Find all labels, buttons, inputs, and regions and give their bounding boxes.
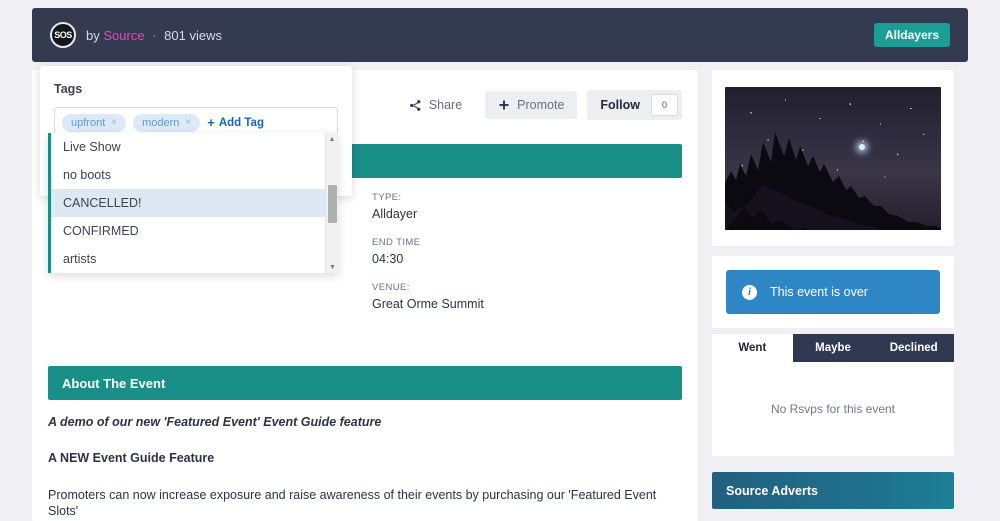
by-label: by <box>86 27 100 43</box>
meta-value: 04:30 <box>372 252 404 266</box>
meta-venue: VENUE: Great Orme Summit <box>372 282 672 311</box>
byline-separator: · <box>152 27 157 43</box>
source-link[interactable]: Source <box>103 28 144 43</box>
dropdown-scrollbar[interactable]: ▲ ▼ <box>325 133 338 273</box>
tag-options-dropdown[interactable]: Live Show no boots CANCELLED! CONFIRMED … <box>48 133 338 273</box>
rsvp-empty-message: No Rsvps for this event <box>770 402 896 416</box>
share-icon <box>409 99 422 112</box>
status-badge[interactable]: Alldayers <box>873 23 950 47</box>
event-photo <box>725 86 941 230</box>
tag-pill-label: modern <box>142 116 180 129</box>
meta-label: VENUE: <box>372 282 410 293</box>
rsvp-card: Went Maybe Declined No Rsvps for this ev… <box>712 334 954 456</box>
follow-label: Follow <box>600 98 640 112</box>
scroll-down-icon[interactable]: ▼ <box>326 261 338 273</box>
event-over-banner: i This event is over <box>726 270 940 314</box>
tag-option[interactable]: CANCELLED! <box>51 189 338 217</box>
share-button[interactable]: Share <box>396 91 475 119</box>
view-count: 801 views <box>164 27 222 43</box>
tag-option[interactable]: CONFIRMED <box>51 217 338 245</box>
meta-label: END TIME <box>372 237 421 248</box>
tags-title: Tags <box>54 82 83 96</box>
tag-option[interactable]: no boots <box>51 161 338 189</box>
plus-icon <box>498 99 510 111</box>
meta-value: Great Orme Summit <box>372 297 484 311</box>
about-section-body: A demo of our new 'Featured Event' Event… <box>48 414 668 521</box>
tag-option[interactable]: Live Show <box>51 133 338 161</box>
about-paragraph: A demo of our new 'Featured Event' Event… <box>48 415 382 429</box>
remove-tag-icon[interactable]: × <box>185 117 191 128</box>
meta-label: TYPE: <box>372 192 402 203</box>
add-tag-label: Add Tag <box>218 116 264 129</box>
meta-end-time: END TIME 04:30 <box>372 237 672 266</box>
follow-button[interactable]: Follow 0 <box>587 90 682 120</box>
meta-type: TYPE: Alldayer <box>372 192 672 221</box>
plus-icon: + <box>207 115 215 130</box>
meta-value: Alldayer <box>372 207 418 221</box>
about-paragraph: Promoters can now increase exposure and … <box>48 487 657 518</box>
logo-text: SOS <box>54 30 72 40</box>
event-over-text: This event is over <box>770 285 868 299</box>
scrollbar-thumb[interactable] <box>328 185 337 223</box>
tree-silhouette <box>725 131 941 230</box>
follow-count: 0 <box>650 94 678 116</box>
action-buttons: Share Promote Follow 0 <box>396 90 682 120</box>
info-icon: i <box>742 284 757 300</box>
about-paragraph: A NEW Event Guide Feature <box>48 451 215 466</box>
sos-logo-icon: SOS <box>50 22 76 48</box>
event-meta-right: TYPE: Alldayer END TIME 04:30 VENUE: Gre… <box>372 192 672 327</box>
tag-option[interactable]: artists <box>51 245 338 273</box>
share-label: Share <box>428 98 463 112</box>
tag-pill-label: upfront <box>71 116 106 129</box>
page-header: SOS by Source · 801 views Alldayers <box>32 8 968 62</box>
event-image-card <box>712 70 954 246</box>
byline: by Source · 801 views <box>86 28 222 43</box>
promote-label: Promote <box>517 98 565 112</box>
about-section-heading: About The Event <box>48 366 682 400</box>
tag-pill[interactable]: modern × <box>133 113 201 132</box>
source-adverts-card[interactable]: Source Adverts <box>712 472 954 509</box>
promote-button[interactable]: Promote <box>485 91 578 119</box>
add-tag-button[interactable]: + Add Tag <box>207 115 264 130</box>
rsvp-tabs: Went Maybe Declined <box>712 334 954 362</box>
event-page: SOS by Source · 801 views Alldayers Shar… <box>0 0 1000 521</box>
event-status-card: i This event is over <box>712 256 954 328</box>
source-adverts-title: Source Adverts <box>726 483 818 498</box>
tab-maybe[interactable]: Maybe <box>793 334 874 362</box>
scroll-up-icon[interactable]: ▲ <box>326 133 338 145</box>
remove-tag-icon[interactable]: × <box>111 117 117 128</box>
tab-went[interactable]: Went <box>712 334 793 362</box>
tag-pill[interactable]: upfront × <box>62 113 127 132</box>
tab-declined[interactable]: Declined <box>873 334 954 362</box>
